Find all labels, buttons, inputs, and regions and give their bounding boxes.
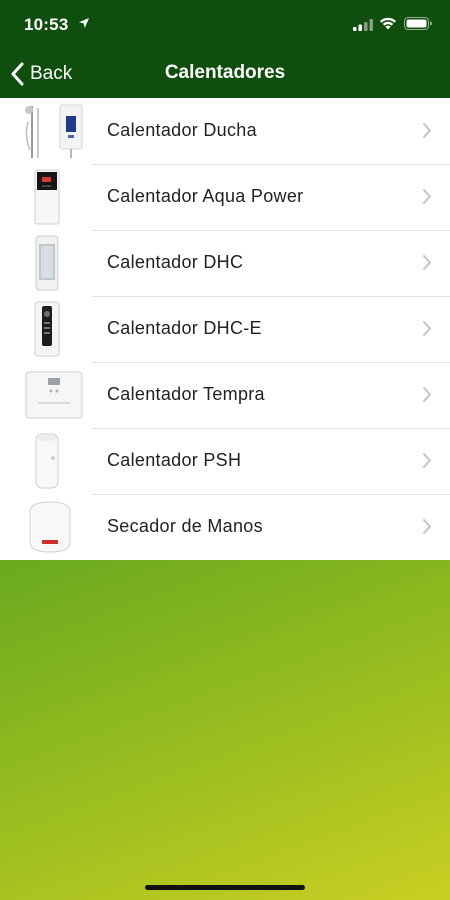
list-item-label: Calentador DHC bbox=[107, 252, 244, 272]
status-bar: 10:53 bbox=[0, 0, 450, 50]
home-indicator[interactable] bbox=[145, 885, 305, 890]
wifi-icon bbox=[380, 17, 396, 30]
list-item-label: Calentador PSH bbox=[107, 450, 242, 470]
chevron-right-icon bbox=[423, 453, 431, 468]
chevron-right-icon bbox=[423, 255, 431, 270]
product-list: Calentador Ducha Calentador Aqua Power C… bbox=[0, 98, 450, 560]
status-time: 10:53 bbox=[24, 15, 69, 34]
list-item-calentador-dhc[interactable]: Calentador DHC bbox=[0, 230, 450, 296]
aqua-power-heater-product-image bbox=[20, 168, 88, 226]
dhc-heater-product-image bbox=[20, 234, 88, 292]
chevron-right-icon bbox=[423, 321, 431, 336]
dhc-e-heater-product-image bbox=[20, 300, 88, 358]
list-item-label: Secador de Manos bbox=[107, 516, 263, 536]
page-title: Calentadores bbox=[164, 62, 286, 83]
list-item-calentador-dhc-e[interactable]: Calentador DHC-E bbox=[0, 296, 450, 362]
chevron-right-icon bbox=[423, 189, 431, 204]
list-item-label: Calentador DHC-E bbox=[107, 318, 262, 338]
list-item-calentador-psh[interactable]: Calentador PSH bbox=[0, 428, 450, 494]
hand-dryer-product-image bbox=[20, 498, 88, 556]
location-arrow-icon bbox=[79, 18, 89, 28]
psh-heater-product-image bbox=[20, 432, 88, 490]
list-item-label: Calentador Ducha bbox=[107, 120, 257, 140]
tempra-heater-product-image bbox=[20, 366, 88, 424]
list-item-label: Calentador Tempra bbox=[107, 384, 265, 404]
list-item-calentador-ducha[interactable]: Calentador Ducha bbox=[0, 98, 450, 164]
list-item-secador-de-manos[interactable]: Secador de Manos bbox=[0, 494, 450, 560]
shower-heater-product-image bbox=[20, 102, 88, 160]
chevron-right-icon bbox=[423, 519, 431, 534]
list-item-calentador-aqua-power[interactable]: Calentador Aqua Power bbox=[0, 164, 450, 230]
list-item-label: Calentador Aqua Power bbox=[107, 186, 304, 206]
battery-icon bbox=[404, 17, 432, 30]
chevron-right-icon bbox=[423, 123, 431, 138]
chevron-right-icon bbox=[423, 387, 431, 402]
cellular-signal-icon bbox=[353, 19, 373, 31]
list-item-calentador-tempra[interactable]: Calentador Tempra bbox=[0, 362, 450, 428]
navigation-bar: Back Calentadores bbox=[0, 50, 450, 98]
